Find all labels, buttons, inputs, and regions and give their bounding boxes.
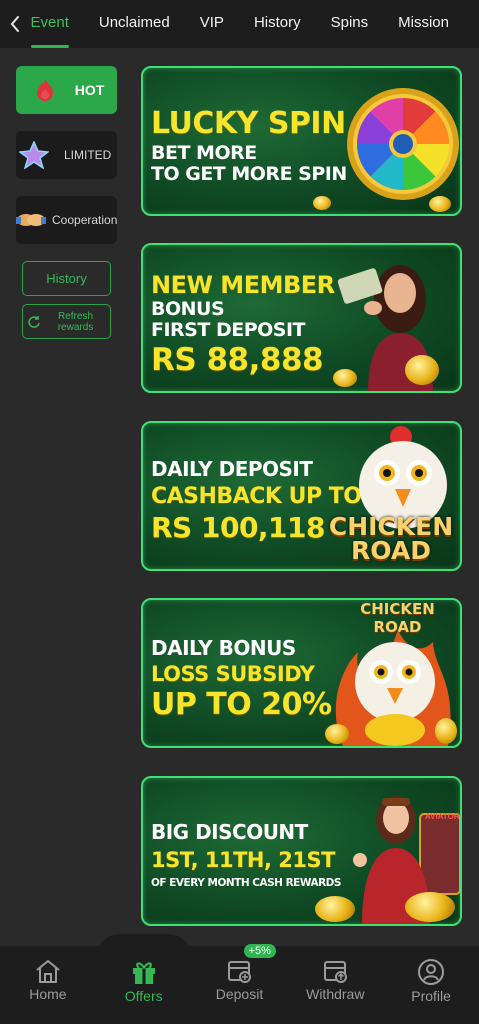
profile-icon: [418, 959, 445, 985]
nav-profile[interactable]: Profile: [383, 946, 479, 1024]
banner-title: BIG DISCOUNT: [151, 820, 308, 844]
chicken-road-logo-text: CHICKEN ROAD: [328, 512, 454, 565]
nav-label: Profile: [411, 988, 451, 1004]
woman-with-money-image: [337, 253, 460, 391]
withdraw-icon: [324, 961, 348, 983]
aviator-logo-text: AVIATOR: [425, 812, 460, 821]
back-button[interactable]: [0, 0, 31, 48]
bottom-navigation: Home Offers +5% Deposit Withdraw Profile: [0, 934, 479, 1024]
coin-pile-image: [315, 896, 355, 922]
refresh-label-line2: rewards: [57, 321, 94, 333]
category-label: LIMITED: [64, 148, 112, 162]
nav-label: Home: [29, 986, 67, 1002]
deposit-bonus-badge: +5%: [243, 944, 276, 958]
banner-amount: RS 88,888: [151, 342, 324, 379]
banner-subtitle: BONUS: [151, 298, 225, 321]
tab-vip[interactable]: VIP: [200, 0, 224, 48]
banner-title: DAILY BONUS: [151, 636, 296, 660]
nav-home[interactable]: Home: [0, 946, 96, 1024]
coin-pile-image: [429, 196, 451, 212]
banner-subtitle: LOSS SUBSIDY: [151, 662, 315, 686]
tab-event[interactable]: Event: [30, 0, 70, 48]
refresh-label: Refresh rewards: [41, 311, 110, 333]
coin-pile-image: [325, 724, 349, 744]
chicken-road-logo: CHICKEN ROAD: [321, 512, 460, 565]
banner-subtitle: FIRST DEPOSIT: [151, 319, 305, 342]
category-label: HOT: [74, 82, 105, 98]
coin-pile-image: [333, 369, 357, 387]
nav-label: Withdraw: [306, 986, 365, 1002]
refresh-rewards-button[interactable]: Refresh rewards: [22, 304, 111, 339]
deposit-icon: [228, 961, 252, 983]
nav-label: Deposit: [215, 986, 264, 1002]
coin-pile-image: [435, 718, 457, 744]
top-tab-bar: Event Unclaimed VIP History Spins Missio…: [0, 0, 479, 48]
banner-title: LUCKY SPIN: [151, 106, 346, 141]
banner-subtitle: TO GET MORE SPIN: [151, 163, 347, 186]
category-sidebar: HOT LIMITED Cooperation History Refresh …: [16, 66, 117, 339]
chevron-left-icon: [10, 16, 20, 32]
banner-daily-deposit[interactable]: DAILY DEPOSIT CASHBACK UP TO RS 100,118 …: [141, 421, 462, 571]
banner-lucky-spin[interactable]: LUCKY SPIN BET MORE TO GET MORE SPIN: [141, 66, 462, 216]
banner-new-member[interactable]: NEW MEMBER BONUS FIRST DEPOSIT RS 88,888: [141, 243, 462, 393]
star-icon: [18, 139, 50, 171]
history-button[interactable]: History: [22, 261, 111, 296]
banner-amount: UP TO 20%: [151, 687, 332, 723]
refresh-label-line1: Refresh: [57, 310, 93, 322]
tab-list: Event Unclaimed VIP History Spins Missio…: [30, 0, 479, 48]
category-limited[interactable]: LIMITED: [16, 131, 117, 179]
tab-mission[interactable]: Mission: [398, 0, 449, 48]
nav-label: Offers: [124, 988, 163, 1004]
banner-subtitle: 1ST, 11TH, 21ST: [151, 848, 335, 872]
banner-title: NEW MEMBER: [151, 271, 335, 299]
banner-title: DAILY DEPOSIT: [151, 457, 313, 481]
category-hot[interactable]: HOT: [16, 66, 117, 114]
banner-big-discount[interactable]: BIG DISCOUNT 1ST, 11TH, 21ST OF EVERY MO…: [141, 776, 462, 926]
banner-daily-bonus[interactable]: DAILY BONUS LOSS SUBSIDY UP TO 20% CHICK…: [141, 598, 462, 748]
category-label: Cooperation: [52, 213, 118, 227]
coin-pile-image: [405, 892, 455, 922]
tab-spins[interactable]: Spins: [331, 0, 369, 48]
category-cooperation[interactable]: Cooperation: [16, 196, 117, 244]
nav-deposit[interactable]: +5% Deposit: [192, 944, 288, 1024]
nav-offers[interactable]: Offers: [96, 946, 192, 1024]
handshake-icon: [16, 204, 46, 236]
refresh-icon: [28, 315, 40, 328]
banner-caption: OF EVERY MONTH CASH REWARDS: [151, 877, 341, 890]
nav-withdraw[interactable]: Withdraw: [287, 946, 383, 1024]
tab-history[interactable]: History: [254, 0, 301, 48]
coin-pile-image: [313, 196, 331, 210]
home-icon: [36, 960, 60, 983]
banner-subtitle: BET MORE: [151, 141, 257, 164]
coin-pile-image: [405, 355, 439, 385]
fire-icon: [29, 74, 61, 106]
banner-subtitle: CASHBACK UP TO: [151, 484, 362, 509]
aviator-logo: AVIATOR: [425, 812, 460, 821]
tab-unclaimed[interactable]: Unclaimed: [99, 0, 170, 48]
gift-icon: [132, 962, 155, 984]
